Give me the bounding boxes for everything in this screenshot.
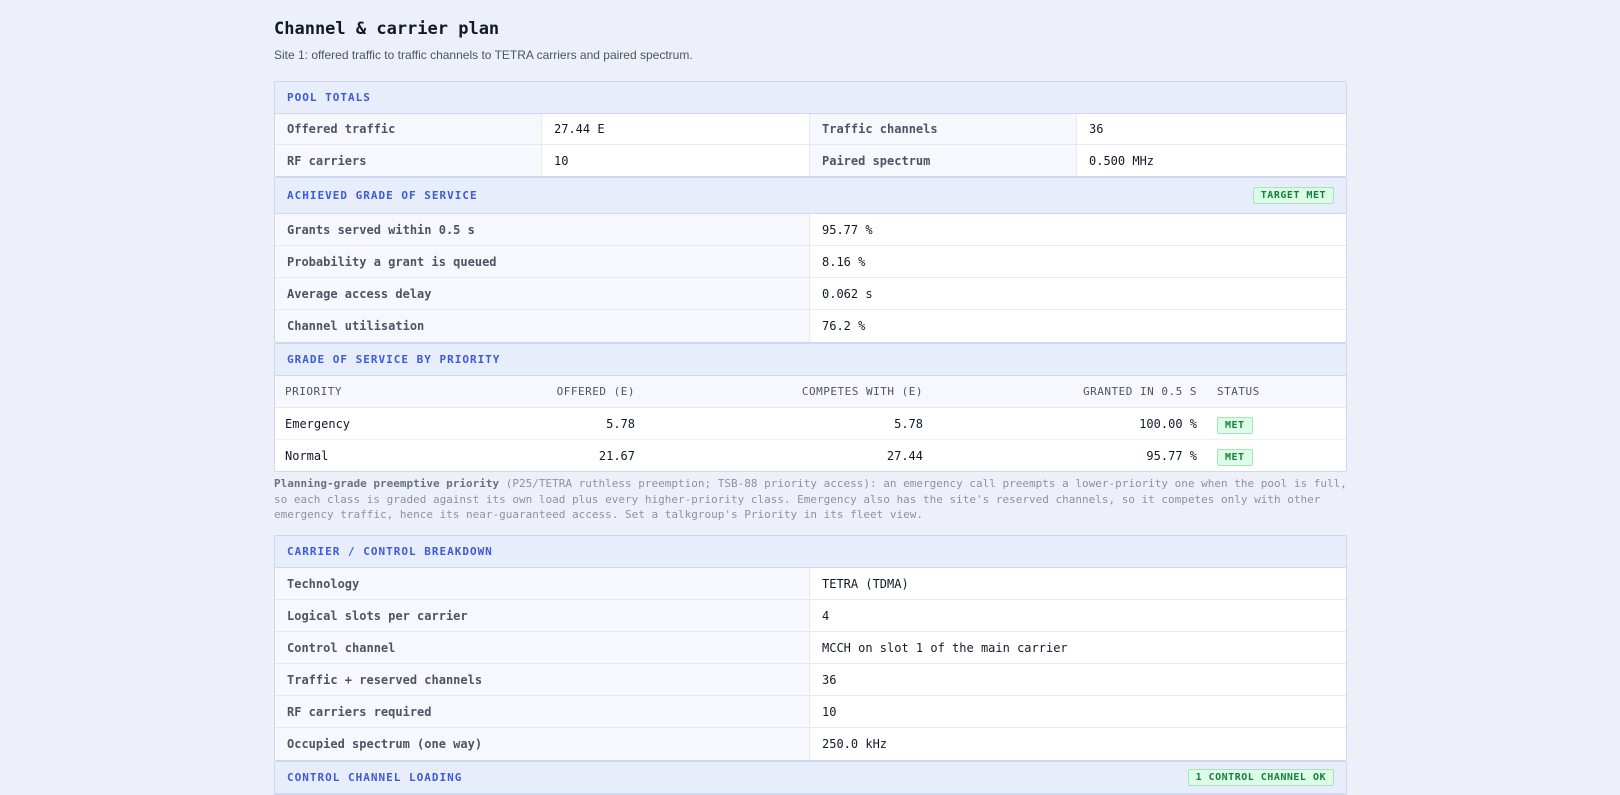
offered-cell: 21.67 — [598, 448, 635, 463]
kv-label: Grants served within 0.5 s — [275, 214, 810, 246]
table-row: Normal 21.67 27.44 95.77 % MET — [275, 440, 1346, 472]
kv-row: Logical slots per carrier 4 — [275, 600, 1346, 632]
kv-value: 0.500 MHz — [1089, 153, 1155, 168]
kv-value: 76.2 % — [822, 319, 866, 333]
kv-value: TETRA (TDMA) — [810, 568, 1346, 600]
gos-header: ACHIEVED GRADE OF SERVICE TARGET MET — [275, 178, 1346, 214]
kv-row: Technology TETRA (TDMA) — [275, 568, 1346, 600]
plan-page: Channel & carrier plan Site 1: offered t… — [274, 0, 1347, 795]
kv-row: Average access delay 0.062 s — [275, 278, 1346, 310]
pool-totals-grid: Offered traffic 27.44 E Traffic channels… — [275, 114, 1346, 145]
pool-totals-header: POOL TOTALS — [275, 82, 1346, 114]
granted-cell: 100.00 % — [933, 407, 1207, 440]
kv-row: Channel utilisation 76.2 % — [275, 310, 1346, 342]
kv-row: Occupied spectrum (one way) 250.0 kHz — [275, 728, 1346, 760]
priority-header: GRADE OF SERVICE BY PRIORITY — [275, 344, 1346, 376]
carrier-header: CARRIER / CONTROL BREAKDOWN — [275, 536, 1346, 568]
kv-row: Control channel MCCH on slot 1 of the ma… — [275, 632, 1346, 664]
kv-label: Traffic channels — [810, 114, 1077, 145]
gos-card: ACHIEVED GRADE OF SERVICE TARGET MET Gra… — [274, 177, 1347, 343]
pool-totals-grid: RF carriers 10 Paired spectrum 0.500 MHz — [275, 145, 1346, 176]
kv-value: 36 — [810, 664, 1346, 696]
column-header: GRANTED IN 0.5 S — [933, 376, 1207, 408]
note-bold: Planning-grade preemptive priority — [274, 477, 500, 490]
kv-label: RF carriers — [275, 145, 542, 176]
kv-label: Technology — [275, 568, 810, 600]
granted-cell: 95.77 % — [1146, 448, 1197, 463]
kv-label: Offered traffic — [275, 114, 542, 145]
column-header: OFFERED (E) — [535, 376, 645, 408]
kv-label: Probability a grant is queued — [275, 246, 810, 278]
kv-label: Channel utilisation — [275, 310, 810, 342]
kv-value: MCCH on slot 1 of the main carrier — [810, 632, 1346, 664]
kv-label: Logical slots per carrier — [275, 600, 810, 632]
kv-label: Average access delay — [275, 278, 810, 310]
kv-label: Paired spectrum — [810, 145, 1077, 176]
priority-cell: Emergency — [275, 407, 535, 440]
section-title: POOL TOTALS — [287, 91, 371, 104]
column-header: STATUS — [1207, 376, 1346, 408]
kv-row: Probability a grant is queued 8.16 % — [275, 246, 1346, 278]
kv-value: 95.77 % — [810, 214, 1346, 246]
priority-table: PRIORITY OFFERED (E) COMPETES WITH (E) G… — [275, 376, 1346, 471]
kv-value: 8.16 % — [810, 246, 1346, 278]
section-title: CARRIER / CONTROL BREAKDOWN — [287, 545, 493, 558]
control-loading-header: CONTROL CHANNEL LOADING 1 CONTROL CHANNE… — [275, 762, 1346, 794]
status-badge: MET — [1217, 416, 1253, 434]
competes-cell: 27.44 — [886, 448, 923, 463]
kv-label: Control channel — [275, 632, 810, 664]
kv-value: 0.062 s — [810, 278, 1346, 310]
kv-value: 27.44 E — [542, 114, 810, 145]
column-header: COMPETES WITH (E) — [645, 376, 933, 408]
priority-note: Planning-grade preemptive priority (P25/… — [274, 476, 1347, 523]
kv-value: 250.0 kHz — [822, 737, 888, 751]
kv-row: RF carriers required 10 — [275, 696, 1346, 728]
competes-cell: 5.78 — [645, 407, 933, 440]
section-title: CONTROL CHANNEL LOADING — [287, 771, 463, 784]
priority-cell: Normal — [285, 448, 329, 463]
kv-row: Traffic + reserved channels 36 — [275, 664, 1346, 696]
status-badge: 1 CONTROL CHANNEL OK — [1187, 769, 1334, 786]
offered-cell: 5.78 — [535, 407, 645, 440]
table-row: Emergency 5.78 5.78 100.00 % MET — [275, 407, 1346, 440]
kv-value: 10 — [542, 145, 810, 176]
status-badge: TARGET MET — [1252, 187, 1334, 204]
kv-value: 36 — [1077, 114, 1346, 145]
kv-value: 10 — [810, 696, 1346, 728]
section-title: ACHIEVED GRADE OF SERVICE — [287, 189, 478, 202]
section-title: GRADE OF SERVICE BY PRIORITY — [287, 353, 501, 366]
kv-label: Occupied spectrum (one way) — [275, 728, 810, 760]
priority-card: GRADE OF SERVICE BY PRIORITY PRIORITY OF… — [274, 343, 1347, 472]
control-loading-card: CONTROL CHANNEL LOADING 1 CONTROL CHANNE… — [274, 761, 1347, 795]
table-header-row: PRIORITY OFFERED (E) COMPETES WITH (E) G… — [275, 376, 1346, 408]
kv-label: RF carriers required — [275, 696, 810, 728]
kv-value: 4 — [810, 600, 1346, 632]
page-subtitle: Site 1: offered traffic to traffic chann… — [274, 48, 693, 62]
pool-totals-card: POOL TOTALS Offered traffic 27.44 E Traf… — [274, 81, 1347, 177]
column-header: PRIORITY — [275, 376, 535, 408]
carrier-card: CARRIER / CONTROL BREAKDOWN Technology T… — [274, 535, 1347, 761]
page-title: Channel & carrier plan — [274, 19, 500, 39]
kv-label: Traffic + reserved channels — [275, 664, 810, 696]
kv-row: Grants served within 0.5 s 95.77 % — [275, 214, 1346, 246]
status-badge: MET — [1217, 448, 1253, 466]
